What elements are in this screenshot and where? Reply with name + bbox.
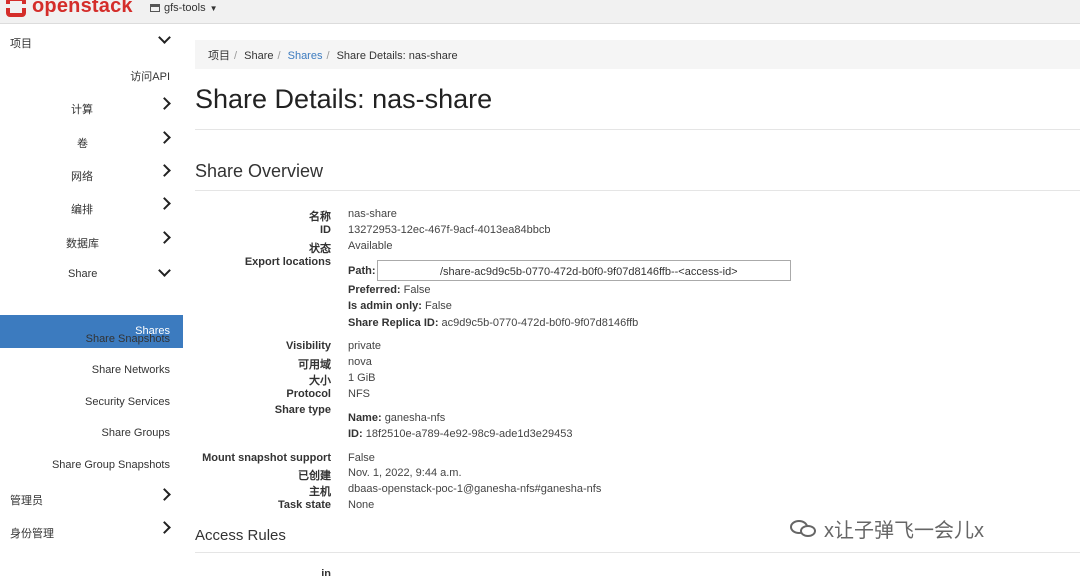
sidebar-item-label: 数据库 [66,238,99,250]
watermark: x让子弹飞一会儿x [790,514,984,543]
share-type-id-value: 18f2510e-a789-4e92-98c9-ade1d3e29453 [365,428,573,440]
visibility-value: private [348,340,382,352]
chevron-right-icon [158,488,171,501]
mount-snapshot-value: False [348,452,375,464]
replica-value: ac9d9c5b-0770-472d-b0f0-9f07d8146ffb [441,317,639,329]
sidebar-item-label: Share Networks [91,364,170,376]
az-label: 可用域 [298,359,331,371]
created-label: 已创建 [298,470,331,482]
openstack-logo[interactable]: openstack [4,0,133,18]
chevron-right-icon [158,521,171,534]
share-type-name-key: Name: [348,412,382,424]
export-locations-label: Export locations [244,256,331,268]
project-selector[interactable]: gfs-tools ▼ [150,2,218,14]
protocol-value: NFS [348,388,370,400]
admin-only-row: Is admin only: False [348,300,452,312]
share-type-id-row: ID: 18f2510e-a789-4e92-98c9-ade1d3e29453 [348,428,572,440]
name-value: nas-share [348,208,397,220]
divider [195,190,1080,191]
redacted-host [382,265,440,275]
sidebar-item-label: 网络 [71,171,93,183]
openstack-logo-icon [4,0,28,18]
project-name: gfs-tools [164,2,206,14]
size-label: 大小 [309,375,331,387]
status-label: 状态 [309,243,331,255]
breadcrumb: 项目 / Share / Shares / Share Details: nas-sh… [195,40,1080,69]
preferred-value: False [403,284,431,296]
sidebar: 项目 访问API 计算 卷 网络 编排 数据库 Share Shares Sha… [0,25,183,576]
sidebar-item-label: 项目 [10,38,32,50]
preferred-row: Preferred: False [348,284,431,296]
host-value: dbaas-openstack-poc-1@ganesha-nfs#ganesh… [348,483,602,495]
replica-key: Share Replica ID: [348,317,439,329]
access-rules-title: Access Rules [195,527,286,544]
caret-down-icon: ▼ [209,3,218,13]
path-label: Path: [348,265,376,277]
page-title: Share Details: nas-share [195,84,493,114]
divider [195,129,1080,130]
sidebar-item-label: Share Group Snapshots [51,459,170,471]
project-icon [150,4,160,12]
wechat-icon [790,518,818,540]
az-value: nova [348,356,372,368]
id-label: ID [320,224,331,236]
share-type-name-row: Name: ganesha-nfs [348,412,445,424]
share-overview-title: Share Overview [195,161,324,181]
sidebar-item-label: 访问API [130,71,170,83]
sidebar-item-label: Security Services [85,396,170,408]
size-value: 1 GiB [348,372,376,384]
chevron-right-icon [158,131,171,144]
replica-row: Share Replica ID: ac9d9c5b-0770-472d-b0f… [348,317,638,329]
created-value: Nov. 1, 2022, 9:44 a.m. [348,467,462,479]
name-label: 名称 [309,211,331,223]
sidebar-item-label: 计算 [71,104,93,116]
visibility-label: Visibility [285,340,331,352]
chevron-down-icon [158,31,171,44]
share-type-name-value: ganesha-nfs [384,412,446,424]
breadcrumb-share[interactable]: Share [244,50,273,62]
admin-only-key: Is admin only: [348,300,422,312]
chevron-right-icon [158,164,171,177]
chevron-right-icon [158,197,171,210]
id-value: 13272953-12ec-467f-9acf-4013ea84bbcb [348,224,551,236]
sidebar-item-label: 卷 [77,138,88,150]
sidebar-item-label: 身份管理 [10,528,54,540]
host-label: 主机 [309,486,331,498]
share-type-label: Share type [274,404,331,416]
export-path-value: /share-ac9d9c5b-0770-472d-b0f0-9f07d8146… [440,266,738,278]
path-key: Path: [348,265,376,277]
task-state-label: Task state [278,499,331,511]
task-state-value: None [348,499,375,511]
sidebar-item-label: Share [68,268,98,280]
divider [195,552,1080,553]
watermark-text: x让子弹飞一会儿x [824,520,984,542]
breadcrumb-current: Share Details: nas-share [336,50,458,62]
mount-snapshot-label: Mount snapshot support [202,452,331,464]
share-type-id-key: ID: [348,428,363,440]
sidebar-item-label: 管理员 [10,495,43,507]
sidebar-item-label: 编排 [71,204,93,216]
chevron-right-icon [158,97,171,110]
status-value: Available [348,240,393,252]
breadcrumb-shares-link[interactable]: Shares [288,50,323,62]
breadcrumb-project[interactable]: 项目 [208,50,230,62]
sidebar-item-label: Share Snapshots [85,333,170,345]
export-path-field[interactable]: /share-ac9d9c5b-0770-472d-b0f0-9f07d8146… [377,260,791,281]
access-rules-cut-label: in [321,568,331,576]
sidebar-item-label: Share Groups [101,427,170,439]
brand-name: openstack [32,0,133,17]
top-bar: openstack gfs-tools ▼ [0,0,1080,24]
chevron-right-icon [158,231,171,244]
preferred-key: Preferred: [348,284,401,296]
chevron-down-icon [158,264,171,277]
admin-only-value: False [425,300,452,312]
protocol-label: Protocol [286,388,331,400]
